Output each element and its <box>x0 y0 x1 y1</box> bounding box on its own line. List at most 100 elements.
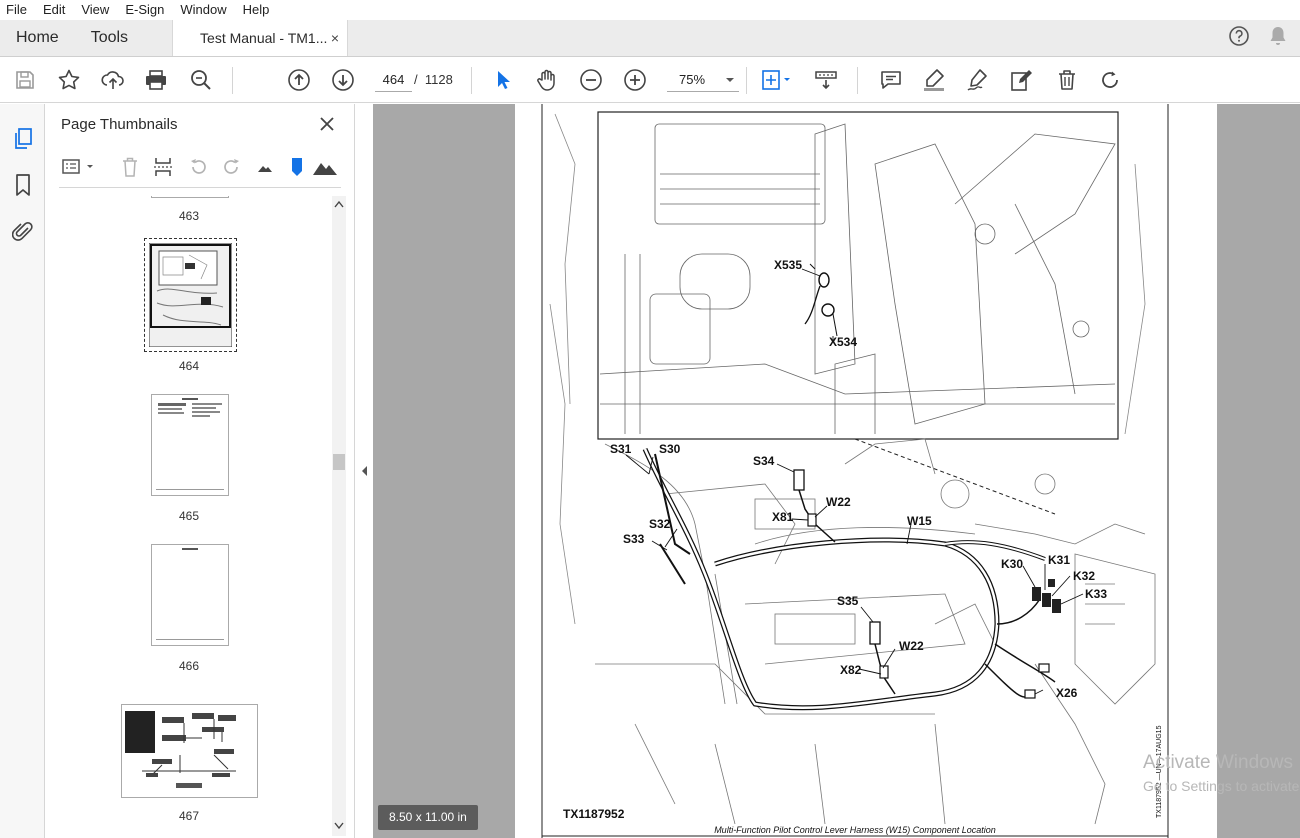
tab-document[interactable]: Test Manual - TM1... × <box>172 20 349 56</box>
arrow-down-icon[interactable] <box>330 57 356 103</box>
label-k33: K33 <box>1085 587 1107 601</box>
menu-view[interactable]: View <box>73 0 117 20</box>
thumbnail-scrollbar[interactable] <box>332 196 346 836</box>
rotate-left-icon[interactable] <box>187 154 211 180</box>
help-icon[interactable] <box>1228 25 1250 52</box>
plus-circle-icon[interactable] <box>622 57 648 103</box>
highlight-icon[interactable] <box>921 57 947 103</box>
tab-home[interactable]: Home <box>0 20 75 56</box>
label-w22-bottom: W22 <box>899 639 924 653</box>
toolbar: / 1128 75% <box>0 57 1300 103</box>
insert-pages-icon[interactable] <box>151 154 175 180</box>
thumbnail-page[interactable] <box>151 544 229 646</box>
figure-caption: Multi-Function Pilot Control Lever Harne… <box>714 825 996 835</box>
bell-icon[interactable] <box>1268 25 1288 52</box>
thumbnail-toolbar <box>59 148 341 188</box>
tab-bar-right <box>1228 20 1300 56</box>
smaller-thumbnails-icon[interactable] <box>255 154 275 180</box>
menu-bar: File Edit View E-Sign Window Help <box>0 0 1300 20</box>
hand-icon[interactable] <box>534 57 560 103</box>
thumbnail-list: 463 464 465 466 467 <box>59 196 335 836</box>
document-view[interactable]: X535 X534 S31 S30 S34 W22 X81 W15 S32 S3… <box>373 104 1300 838</box>
menu-file[interactable]: File <box>0 0 35 20</box>
minus-circle-icon[interactable] <box>578 57 604 103</box>
thumbnail-page[interactable] <box>151 196 229 198</box>
label-s34: S34 <box>753 454 775 468</box>
zoom-search-icon[interactable] <box>188 57 214 103</box>
document-tab-title: Test Manual - TM1... <box>200 30 328 46</box>
page-size-indicator: 8.50 x 11.00 in <box>378 805 478 830</box>
menu-esign[interactable]: E-Sign <box>117 0 172 20</box>
larger-thumbnails-icon[interactable] <box>311 154 339 180</box>
thumbnail-label: 465 <box>178 509 200 523</box>
tab-bar: Home Tools Test Manual - TM1... × <box>0 20 1300 57</box>
edit-icon[interactable] <box>1009 57 1035 103</box>
print-icon[interactable] <box>143 57 169 103</box>
label-x81: X81 <box>772 510 794 524</box>
chevron-down-icon <box>726 77 734 82</box>
attachments-icon[interactable] <box>10 218 36 244</box>
wiring-illustration: X535 X534 S31 S30 S34 W22 X81 W15 S32 S3… <box>541 104 1169 838</box>
label-s35: S35 <box>837 594 859 608</box>
menu-help[interactable]: Help <box>235 0 278 20</box>
label-k31: K31 <box>1048 553 1070 567</box>
label-w15: W15 <box>907 514 932 528</box>
draw-icon[interactable] <box>965 57 991 103</box>
label-x534: X534 <box>829 335 857 349</box>
cursor-icon[interactable] <box>492 57 516 103</box>
activation-watermark: Activate Windows <box>1143 752 1293 773</box>
label-w22-top: W22 <box>826 495 851 509</box>
arrow-up-icon[interactable] <box>286 57 312 103</box>
delete-pages-icon[interactable] <box>119 154 141 180</box>
upload-icon[interactable] <box>100 57 126 103</box>
menu-edit[interactable]: Edit <box>35 0 73 20</box>
rotate-icon[interactable] <box>1097 57 1123 103</box>
save-icon[interactable] <box>12 57 38 103</box>
label-k30: K30 <box>1001 557 1023 571</box>
star-icon[interactable] <box>56 57 82 103</box>
figure-id: TX1187952 <box>563 807 625 821</box>
thumbnail-label: 466 <box>178 659 200 673</box>
acrobat-window: File Edit View E-Sign Window Help Home T… <box>0 0 1300 838</box>
thumbnail-page-selected[interactable] <box>144 238 237 352</box>
tab-tools[interactable]: Tools <box>75 20 144 56</box>
total-pages: 1128 <box>424 72 453 87</box>
pdf-page: X535 X534 S31 S30 S34 W22 X81 W15 S32 S3… <box>515 104 1217 838</box>
navigation-rail <box>0 104 45 838</box>
thumbnail-page[interactable] <box>151 394 229 496</box>
thumbnail-label: 463 <box>178 209 200 223</box>
comment-icon[interactable] <box>878 57 904 103</box>
scroll-mode-icon[interactable] <box>812 57 840 103</box>
scroll-up-icon <box>334 200 344 208</box>
label-s33: S33 <box>623 532 645 546</box>
page-number-input[interactable] <box>375 68 412 92</box>
label-s30: S30 <box>659 442 681 456</box>
label-s31: S31 <box>610 442 632 456</box>
panel-title: Page Thumbnails <box>61 116 178 133</box>
menu-window[interactable]: Window <box>172 0 234 20</box>
bookmarks-icon[interactable] <box>10 172 36 198</box>
label-x82: X82 <box>840 663 862 677</box>
label-x535: X535 <box>774 258 802 272</box>
chevron-left-icon <box>362 466 367 476</box>
close-tab-icon[interactable]: × <box>331 30 339 46</box>
thumbnail-size-slider[interactable] <box>287 154 307 180</box>
activation-watermark-sub: Go to Settings to activate <box>1143 778 1300 794</box>
page-separator: / <box>414 72 418 87</box>
scrollbar-thumb[interactable] <box>333 454 345 470</box>
fit-page-icon[interactable] <box>758 57 794 103</box>
rotate-right-icon[interactable] <box>219 154 243 180</box>
close-panel-icon[interactable] <box>315 112 339 136</box>
thumbnail-page[interactable] <box>121 704 258 798</box>
page-count: / 1128 <box>414 57 453 103</box>
thumbnail-label: 467 <box>178 809 200 823</box>
page-thumbnails-icon[interactable] <box>10 126 36 152</box>
panel-collapse-handle[interactable] <box>355 104 373 838</box>
zoom-dropdown[interactable]: 75% <box>667 68 739 92</box>
trash-icon[interactable] <box>1054 57 1080 103</box>
label-s32: S32 <box>649 517 671 531</box>
scroll-down-icon <box>334 822 344 830</box>
thumbnail-options-icon[interactable] <box>61 154 97 180</box>
label-k32: K32 <box>1073 569 1095 583</box>
zoom-value: 75% <box>679 72 706 87</box>
